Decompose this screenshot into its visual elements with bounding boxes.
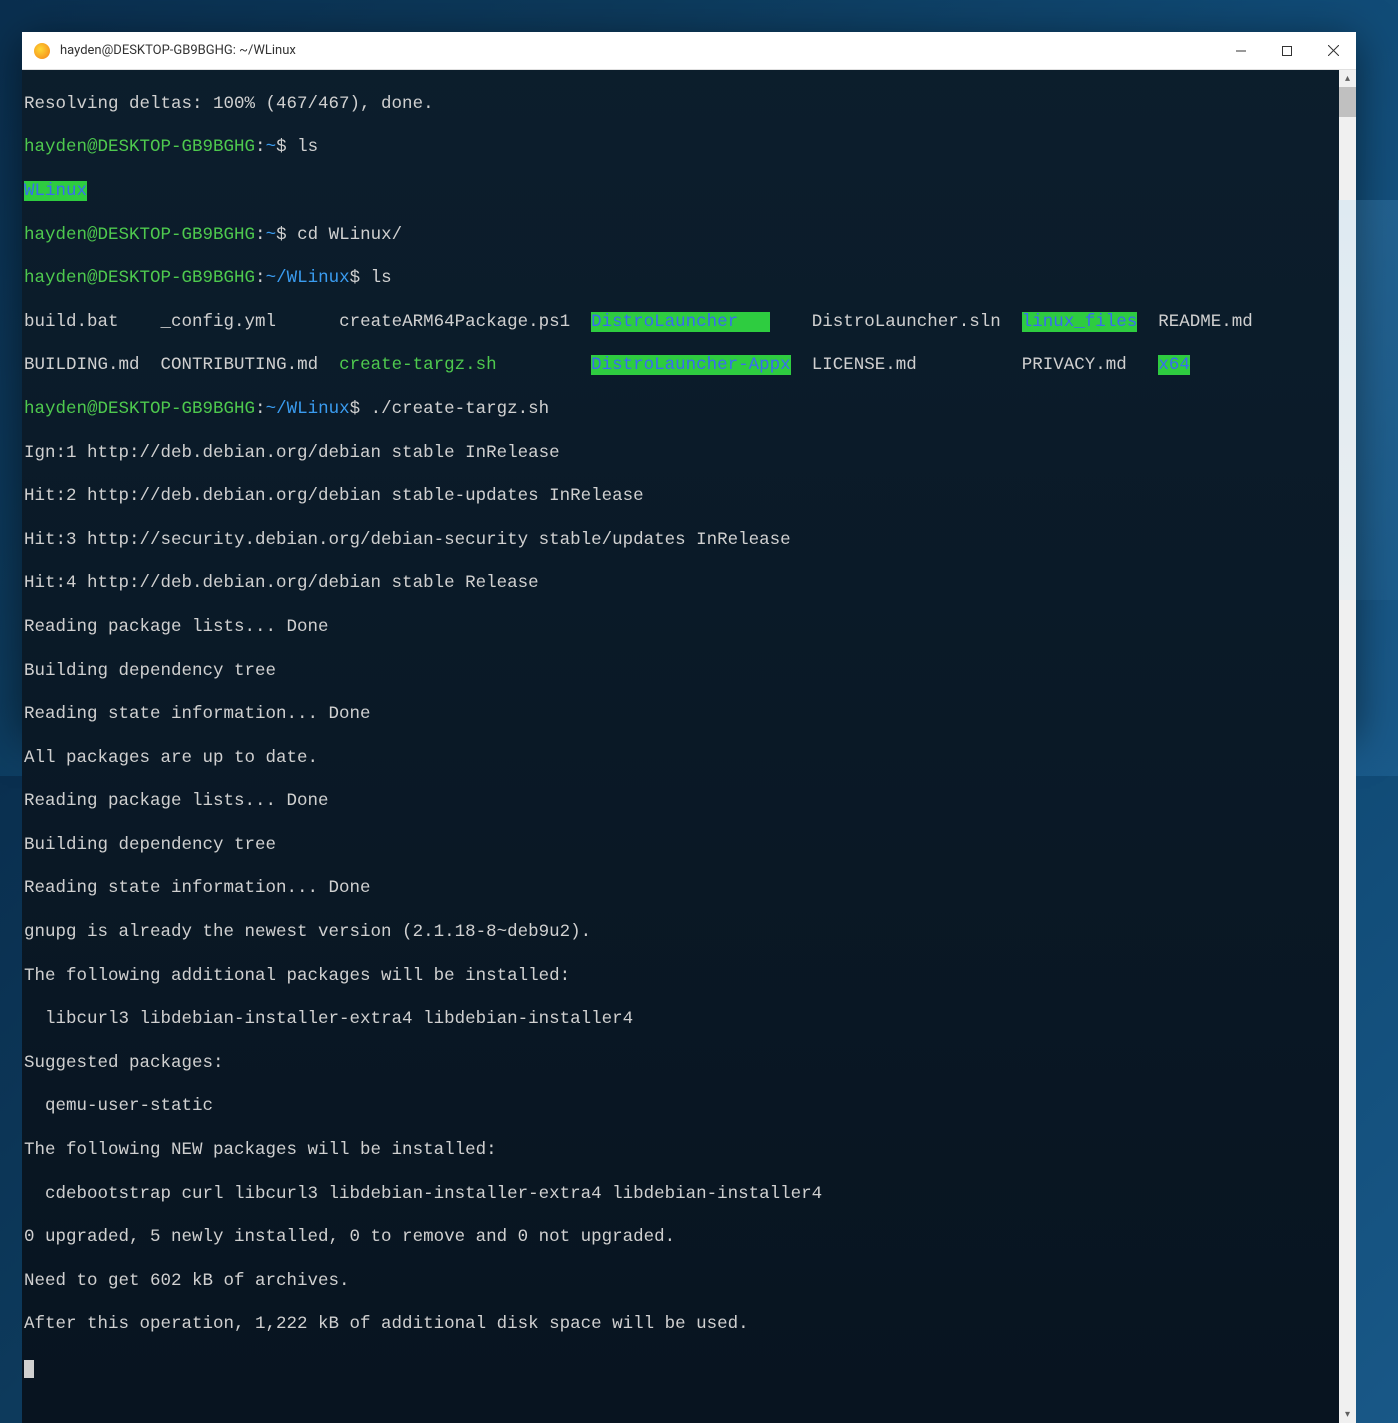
terminal-body: Resolving deltas: 100% (467/467), done. …	[22, 70, 1356, 1423]
cursor	[24, 1360, 34, 1378]
ls-item: PRIVACY.md	[1022, 355, 1127, 375]
prompt-dollar: $	[276, 225, 287, 245]
scrollbar-thumb[interactable]	[1339, 87, 1356, 117]
output-text: gnupg is already the newest version (2.1…	[24, 922, 591, 942]
output-text: Reading package lists... Done	[24, 791, 329, 811]
prompt-path: ~	[266, 137, 277, 157]
terminal-window: hayden@DESKTOP-GB9BGHG: ~/WLinux Resolvi…	[22, 32, 1356, 732]
minimize-button[interactable]	[1218, 32, 1264, 70]
ls-row: BUILDING.md CONTRIBUTING.md create-targz…	[22, 355, 1339, 377]
output-text: Hit:2 http://deb.debian.org/debian stabl…	[24, 486, 644, 506]
ls-item-dir: linux_files	[1022, 312, 1138, 332]
titlebar[interactable]: hayden@DESKTOP-GB9BGHG: ~/WLinux	[22, 32, 1356, 70]
ls-item: createARM64Package.ps1	[339, 312, 570, 332]
ls-item-exec: create-targz.sh	[339, 355, 497, 375]
scroll-down-icon[interactable]: ▾	[1339, 1406, 1356, 1423]
output-text: Hit:4 http://deb.debian.org/debian stabl…	[24, 573, 539, 593]
prompt-path: ~/WLinux	[266, 399, 350, 419]
prompt-path: ~/WLinux	[266, 268, 350, 288]
ls-item-dir: DistroLauncher	[591, 312, 738, 332]
prompt-userhost: hayden@DESKTOP-GB9BGHG	[24, 137, 255, 157]
prompt-sep: :	[255, 399, 266, 419]
maximize-button[interactable]	[1264, 32, 1310, 70]
prompt-sep: :	[255, 268, 266, 288]
output-text: The following NEW packages will be insta…	[24, 1140, 497, 1160]
ls-item: BUILDING.md	[24, 355, 140, 375]
close-button[interactable]	[1310, 32, 1356, 70]
command-text: ./create-targz.sh	[371, 399, 550, 419]
ls-pad	[738, 312, 770, 332]
window-title: hayden@DESKTOP-GB9BGHG: ~/WLinux	[60, 43, 296, 58]
output-text: libcurl3 libdebian-installer-extra4 libd…	[24, 1009, 633, 1029]
output-text: Suggested packages:	[24, 1053, 224, 1073]
output-text: qemu-user-static	[24, 1096, 213, 1116]
ls-row: build.bat _config.yml createARM64Package…	[22, 312, 1339, 334]
output-text: Reading state information... Done	[24, 878, 371, 898]
output-text: cdebootstrap curl libcurl3 libdebian-ins…	[24, 1184, 822, 1204]
vertical-scrollbar[interactable]: ▴ ▾	[1339, 70, 1356, 1423]
prompt-dollar: $	[276, 137, 287, 157]
output-text: All packages are up to date.	[24, 748, 318, 768]
output-text: Building dependency tree	[24, 835, 276, 855]
prompt-sep: :	[255, 137, 266, 157]
terminal-output[interactable]: Resolving deltas: 100% (467/467), done. …	[22, 70, 1339, 1423]
ls-item: DistroLauncher.sln	[812, 312, 1001, 332]
output-text: Need to get 602 kB of archives.	[24, 1271, 350, 1291]
ls-item: README.md	[1158, 312, 1253, 332]
prompt-sep: :	[255, 225, 266, 245]
output-text: Reading state information... Done	[24, 704, 371, 724]
ls-item-dir: WLinux	[24, 181, 87, 201]
prompt-userhost: hayden@DESKTOP-GB9BGHG	[24, 225, 255, 245]
ls-item: CONTRIBUTING.md	[161, 355, 319, 375]
prompt-dollar: $	[350, 268, 361, 288]
output-text: After this operation, 1,222 kB of additi…	[24, 1314, 749, 1334]
output-text: Hit:3 http://security.debian.org/debian-…	[24, 530, 791, 550]
output-text: 0 upgraded, 5 newly installed, 0 to remo…	[24, 1227, 675, 1247]
output-text: Resolving deltas: 100% (467/467), done.	[24, 94, 434, 114]
prompt-path: ~	[266, 225, 277, 245]
prompt-dollar: $	[350, 399, 361, 419]
output-text: The following additional packages will b…	[24, 966, 570, 986]
scroll-up-icon[interactable]: ▴	[1339, 70, 1356, 87]
output-text: Reading package lists... Done	[24, 617, 329, 637]
prompt-userhost: hayden@DESKTOP-GB9BGHG	[24, 399, 255, 419]
ls-item: _config.yml	[161, 312, 277, 332]
output-text: Building dependency tree	[24, 661, 276, 681]
ls-item-dir: DistroLauncher-Appx	[591, 355, 791, 375]
prompt-userhost: hayden@DESKTOP-GB9BGHG	[24, 268, 255, 288]
ls-item: LICENSE.md	[812, 355, 917, 375]
command-text: ls	[297, 137, 318, 157]
ls-item: build.bat	[24, 312, 119, 332]
command-text: cd WLinux/	[297, 225, 402, 245]
output-text: Ign:1 http://deb.debian.org/debian stabl…	[24, 443, 560, 463]
app-icon	[34, 43, 50, 59]
ls-item-dir: x64	[1158, 355, 1190, 375]
command-text: ls	[371, 268, 392, 288]
